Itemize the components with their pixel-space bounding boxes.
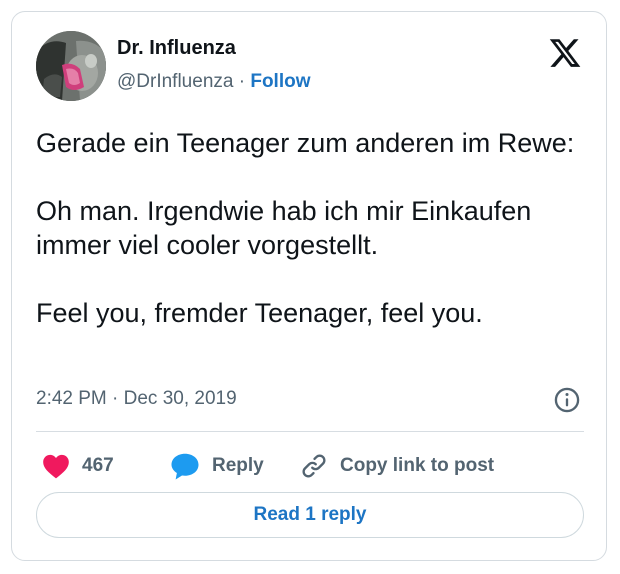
reply-label: Reply xyxy=(212,455,264,476)
like-button[interactable]: 467 xyxy=(42,446,114,486)
avatar[interactable] xyxy=(36,31,106,101)
tweet-paragraph: Feel you, fremder Teenager, feel you. xyxy=(36,298,483,328)
heart-icon xyxy=(43,454,69,479)
reply-button[interactable]: Reply xyxy=(170,446,264,486)
author-name[interactable]: Dr. Influenza xyxy=(117,37,236,60)
read-replies-button[interactable]: Read 1 reply xyxy=(36,492,584,538)
tweet-timestamp[interactable]: 2:42 PM · Dec 30, 2019 xyxy=(36,388,237,410)
like-count: 467 xyxy=(82,455,114,476)
avatar-image xyxy=(36,31,106,101)
x-logo-icon[interactable] xyxy=(547,36,583,70)
tweet-paragraph: Gerade ein Teenager zum anderen im Rewe: xyxy=(36,128,575,158)
follow-button[interactable]: Follow xyxy=(250,71,310,92)
info-icon[interactable] xyxy=(553,386,581,414)
tweet-paragraph: Oh man. Irgendwie hab ich mir Einkaufen … xyxy=(36,196,532,260)
meta-separator: · xyxy=(233,71,251,92)
copy-link-button[interactable]: Copy link to post xyxy=(300,446,494,486)
speech-bubble-icon xyxy=(171,453,199,480)
author-handle[interactable]: @DrInfluenza xyxy=(117,71,233,92)
divider xyxy=(36,431,584,432)
link-icon xyxy=(302,454,326,478)
action-bar: 467 Reply Copy link to post xyxy=(36,446,584,486)
tweet-card: Dr. Influenza @DrInfluenza · Follow Gera… xyxy=(11,11,607,561)
copy-link-label: Copy link to post xyxy=(340,455,495,476)
author-meta: @DrInfluenza · Follow xyxy=(117,71,311,93)
tweet-text: Gerade ein Teenager zum anderen im Rewe:… xyxy=(36,126,591,330)
